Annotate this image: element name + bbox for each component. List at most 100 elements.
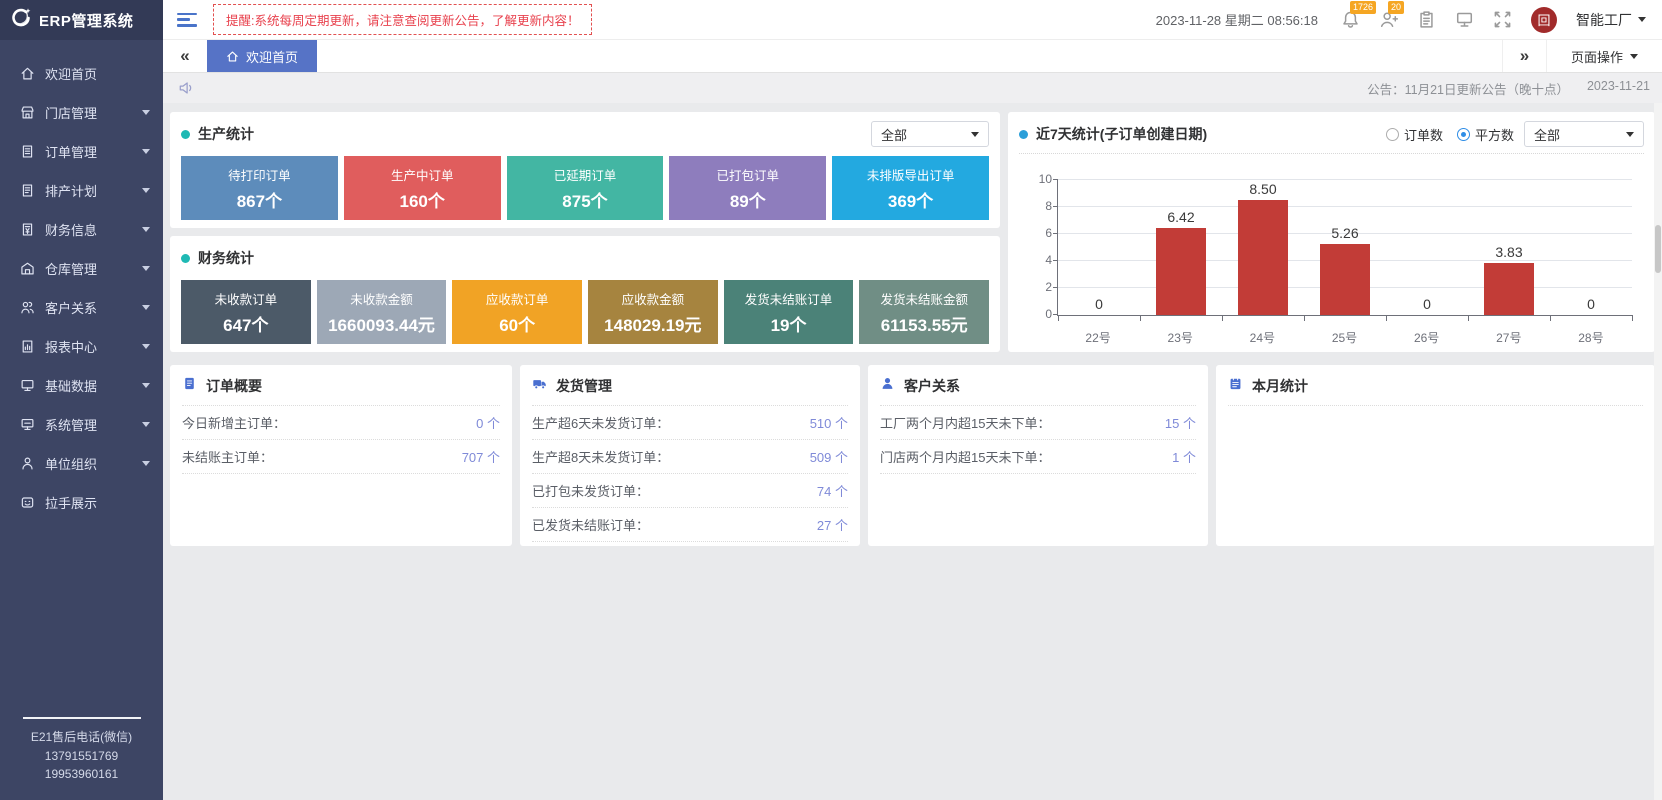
stat-card-value: 19个 (771, 311, 807, 336)
bar-value-label: 0 (1058, 296, 1140, 312)
chart-plot-area: 024681006.428.505.2603.830 (1057, 180, 1632, 316)
chart-filter-value: 全部 (1534, 125, 1560, 144)
sidebar-item-1[interactable]: 门店管理 (0, 93, 163, 132)
production-cards: 待打印订单867个生产中订单160个已延期订单875个已打包订单89个未排版导出… (181, 156, 989, 220)
scrollbar-thumb[interactable] (1655, 225, 1661, 273)
support-phone-title: E21售后电话(微信) (0, 728, 163, 747)
row-count-link[interactable]: 0 个 (476, 413, 500, 432)
finance-card-0[interactable]: 未收款订单647个 (181, 280, 311, 344)
production-card-3[interactable]: 已打包订单89个 (669, 156, 826, 220)
finance-card-5[interactable]: 发货未结账金额61153.55元 (859, 280, 989, 344)
speaker-icon (178, 80, 194, 96)
finance-stats-panel: 财务统计 未收款订单647个未收款金额1660093.44元应收款订单60个应收… (170, 236, 1000, 352)
erp-app: ERP管理系统 欢迎首页门店管理订单管理排产计划财务信息仓库管理客户关系报表中心… (0, 0, 1662, 800)
x-axis-tick (1058, 315, 1059, 321)
user-menu[interactable]: 智能工厂 (1576, 10, 1646, 30)
collapse-menu-icon[interactable] (177, 13, 197, 27)
clipboard-icon[interactable] (1417, 10, 1436, 29)
tab-label: 欢迎首页 (246, 47, 298, 66)
sidebar-item-0[interactable]: 欢迎首页 (0, 54, 163, 93)
x-axis-label: 26号 (1386, 322, 1468, 342)
warehouse-icon (20, 261, 35, 276)
finance-card-3[interactable]: 应收款金额148029.19元 (588, 280, 718, 344)
scrollbar-track[interactable] (1654, 103, 1662, 800)
section-dot (1019, 130, 1028, 139)
production-stats-title: 生产统计 (198, 124, 254, 144)
chevron-down-icon (1630, 54, 1638, 59)
finance-card-2[interactable]: 应收款订单60个 (452, 280, 582, 344)
chevron-down-icon (971, 132, 979, 137)
chart-filter-select[interactable]: 全部 (1524, 121, 1644, 147)
tab-welcome-home[interactable]: 欢迎首页 (207, 40, 317, 72)
sidebar-item-5[interactable]: 仓库管理 (0, 249, 163, 288)
row-count-link[interactable]: 510 个 (810, 413, 848, 432)
support-phone-1: 13791551769 (0, 747, 163, 766)
sidebar-item-11[interactable]: 拉手展示 (0, 483, 163, 522)
panel-header: 客户关系 (868, 365, 1208, 405)
sidebar-item-3[interactable]: 排产计划 (0, 171, 163, 210)
announcement-link[interactable]: 公告：11月21日更新公告（晚十点） 2023-11-21 (1367, 79, 1650, 98)
stat-card-label: 未收款订单 (215, 289, 278, 308)
row-label: 未结账主订单： (182, 447, 273, 466)
row-count-link[interactable]: 1 个 (1172, 447, 1196, 466)
sidebar-item-label: 门店管理 (45, 103, 97, 122)
sidebar-item-label: 仓库管理 (45, 259, 97, 278)
sidebar-item-label: 系统管理 (45, 415, 97, 434)
customer-icon (20, 300, 35, 315)
display-icon[interactable] (1455, 10, 1474, 29)
stat-card-value: 369个 (888, 187, 933, 212)
chart-metric-radios: 订单数 平方数 (1386, 125, 1514, 144)
row-count-link[interactable]: 707 个 (462, 447, 500, 466)
bar-column-28号: 0 (1550, 180, 1632, 315)
user-message-icon[interactable]: 20 (1379, 10, 1398, 29)
y-axis-label: 6 (1022, 226, 1052, 240)
bar-column-26号: 0 (1386, 180, 1468, 315)
row-count-link[interactable]: 27 个 (817, 515, 848, 534)
sidebar-item-9[interactable]: 系统管理 (0, 405, 163, 444)
row-label: 门店两个月内超15天未下单： (880, 447, 1050, 466)
fullscreen-icon[interactable] (1493, 10, 1512, 29)
x-axis-tick (1632, 315, 1633, 321)
production-card-1[interactable]: 生产中订单160个 (344, 156, 501, 220)
chart-bars: 06.428.505.2603.830 (1058, 180, 1632, 315)
bar-value-label: 8.50 (1222, 181, 1304, 197)
x-axis-label: 24号 (1221, 322, 1303, 342)
row-count-link[interactable]: 74 个 (817, 481, 848, 500)
truck-icon (532, 376, 547, 396)
sidebar-item-2[interactable]: 订单管理 (0, 132, 163, 171)
sidebar-item-7[interactable]: 报表中心 (0, 327, 163, 366)
sidebar-item-10[interactable]: 单位组织 (0, 444, 163, 483)
stat-card-label: 发货未结账金额 (880, 289, 968, 308)
sidebar-item-4[interactable]: 财务信息 (0, 210, 163, 249)
stat-card-label: 待打印订单 (228, 165, 291, 184)
data-icon (20, 378, 35, 393)
row-count-link[interactable]: 15 个 (1165, 413, 1196, 432)
announcement-text: 公告：11月21日更新公告（晚十点） (1367, 79, 1569, 98)
finance-card-4[interactable]: 发货未结账订单19个 (724, 280, 854, 344)
page-actions-dropdown[interactable]: 页面操作 (1546, 40, 1662, 72)
bell-icon[interactable]: 1726 (1341, 10, 1360, 29)
home-icon (20, 66, 35, 81)
plan-icon (20, 183, 35, 198)
radio-order-count[interactable]: 订单数 (1386, 125, 1443, 144)
production-card-2[interactable]: 已延期订单875个 (507, 156, 664, 220)
row-count-link[interactable]: 509 个 (810, 447, 848, 466)
radio-square-count[interactable]: 平方数 (1457, 125, 1514, 144)
production-card-0[interactable]: 待打印订单867个 (181, 156, 338, 220)
bell-badge: 1726 (1350, 1, 1376, 14)
panel-title: 本月统计 (1252, 376, 1308, 396)
y-axis-label: 4 (1022, 253, 1052, 267)
finance-card-1[interactable]: 未收款金额1660093.44元 (317, 280, 447, 344)
stat-card-label: 已打包订单 (717, 165, 780, 184)
chevron-down-icon (142, 266, 150, 271)
production-filter-select[interactable]: 全部 (871, 121, 989, 147)
row-label: 已发货未结账订单： (532, 515, 649, 534)
production-card-4[interactable]: 未排版导出订单369个 (832, 156, 989, 220)
tabs-scroll-right-icon[interactable]: » (1502, 40, 1546, 72)
avatar[interactable]: 回 (1531, 7, 1557, 33)
y-axis-label: 2 (1022, 280, 1052, 294)
sidebar-item-label: 报表中心 (45, 337, 97, 356)
sidebar-item-6[interactable]: 客户关系 (0, 288, 163, 327)
tabs-scroll-left-icon[interactable]: « (163, 40, 207, 72)
sidebar-item-8[interactable]: 基础数据 (0, 366, 163, 405)
